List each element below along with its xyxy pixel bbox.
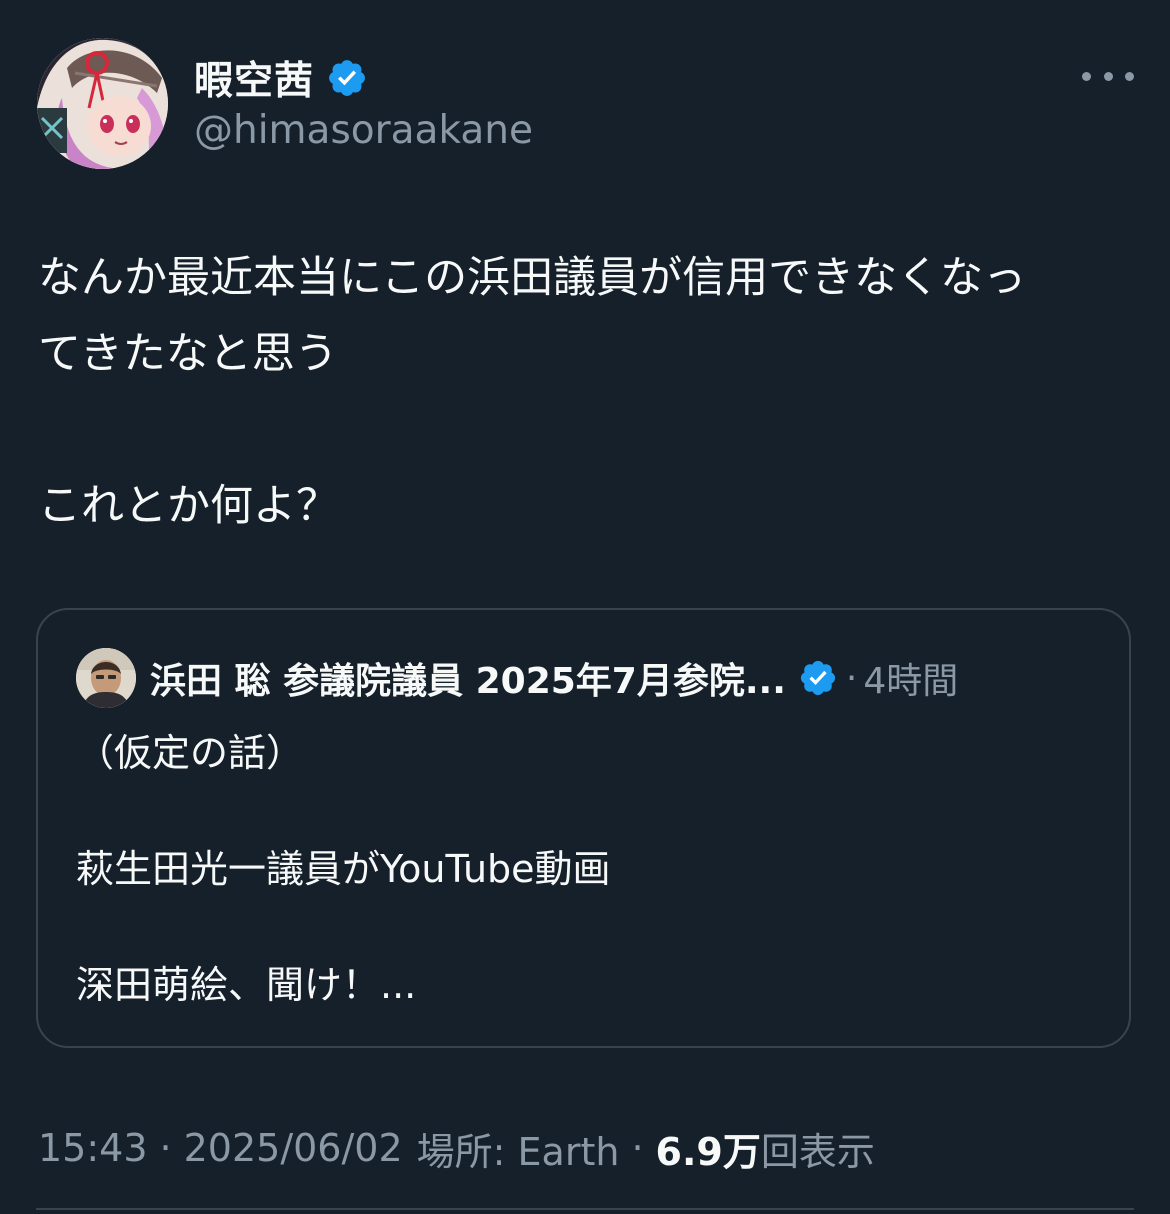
author-name-row: 暇空茜 [194,50,368,106]
meta-separator: · [159,1126,172,1170]
more-options-icon[interactable] [1082,60,1134,92]
tweet-time[interactable]: 15:43 [38,1126,148,1170]
quoted-text-gap [76,782,1096,840]
more-dot [1125,71,1134,81]
author-avatar[interactable] [37,38,168,169]
quoted-author-avatar-image [76,648,136,708]
author-display-name[interactable]: 暇空茜 [194,50,314,106]
tweet-text: なんか最近本当にこの浜田議員が信用できなくなっ てきたなと思う これとか何よ？ [38,240,1138,544]
quoted-text-gap [76,898,1096,956]
tweet-text-line: これとか何よ？ [38,481,339,531]
quoted-separator: · [845,657,858,699]
divider [36,1208,1134,1210]
quoted-text-line: （仮定の話） [76,731,305,775]
verified-badge-icon [800,660,835,696]
quoted-tweet-header: 浜田 聡 参議院議員 2025年7月参院... · 4時間 [150,648,958,708]
tweet-meta: 15:43 · 2025/06/02 場所: Earth · 6.9万 回表示 [38,1120,875,1176]
tweet-date[interactable]: 2025/06/02 [184,1126,403,1170]
quoted-text-line: 深田萌絵、聞け！... [76,963,417,1007]
quoted-tweet-time[interactable]: 4時間 [863,652,958,704]
views-label: 回表示 [760,1129,875,1174]
tweet-location: 場所: Earth [416,1129,620,1174]
tweet-text-gap [38,392,1138,468]
author-handle[interactable]: @himasoraakane [194,108,533,153]
tweet-text-line: なんか最近本当にこの浜田議員が信用できなくなっ [38,253,1027,303]
views-count: 6.9万 [655,1129,761,1174]
quoted-author-avatar[interactable] [76,648,136,708]
tweet-text-line: てきたなと思う [38,329,338,379]
quoted-tweet-card[interactable]: 浜田 聡 参議院議員 2025年7月参院... · 4時間 （仮定の話） 萩生田… [36,608,1131,1048]
more-dot [1082,71,1091,81]
quoted-tweet-text: （仮定の話） 萩生田光一議員がYouTube動画 深田萌絵、聞け！... [76,724,1096,1014]
meta-separator: · [631,1126,644,1170]
more-dot [1103,71,1113,81]
author-avatar-image [37,38,168,169]
quoted-author-name[interactable]: 浜田 聡 参議院議員 2025年7月参院... [150,652,786,704]
quoted-text-line: 萩生田光一議員がYouTube動画 [76,847,611,891]
verified-badge-icon [329,60,365,96]
